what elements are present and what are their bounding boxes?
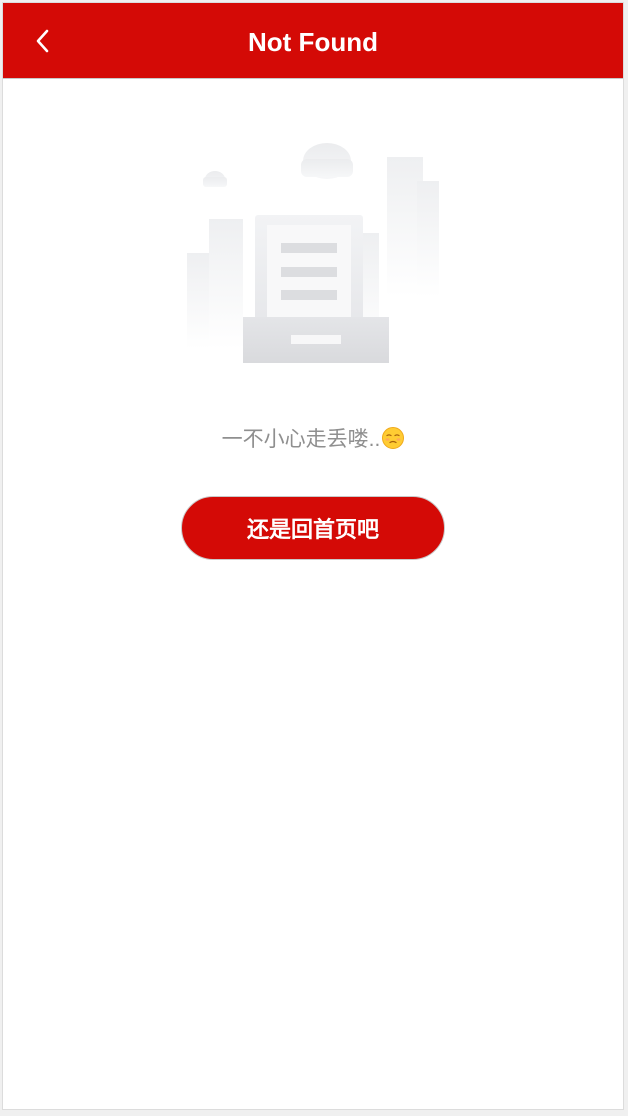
home-button-label: 还是回首页吧 xyxy=(246,517,379,542)
back-to-home-button[interactable]: 还是回首页吧 xyxy=(181,496,445,560)
empty-state-illustration xyxy=(187,143,439,363)
not-found-message: 一不小心走丢喽.. xyxy=(3,423,623,453)
message-text: 一不小心走丢喽.. xyxy=(221,428,381,451)
unamused-face-icon xyxy=(382,427,405,449)
back-button[interactable] xyxy=(23,21,63,61)
app-screen: Not Found 一不小心走丢喽.. 还是回首页吧 xyxy=(2,2,624,1110)
chevron-left-icon xyxy=(36,29,49,53)
nav-bar: Not Found xyxy=(3,3,623,79)
page-title: Not Found xyxy=(248,27,378,57)
